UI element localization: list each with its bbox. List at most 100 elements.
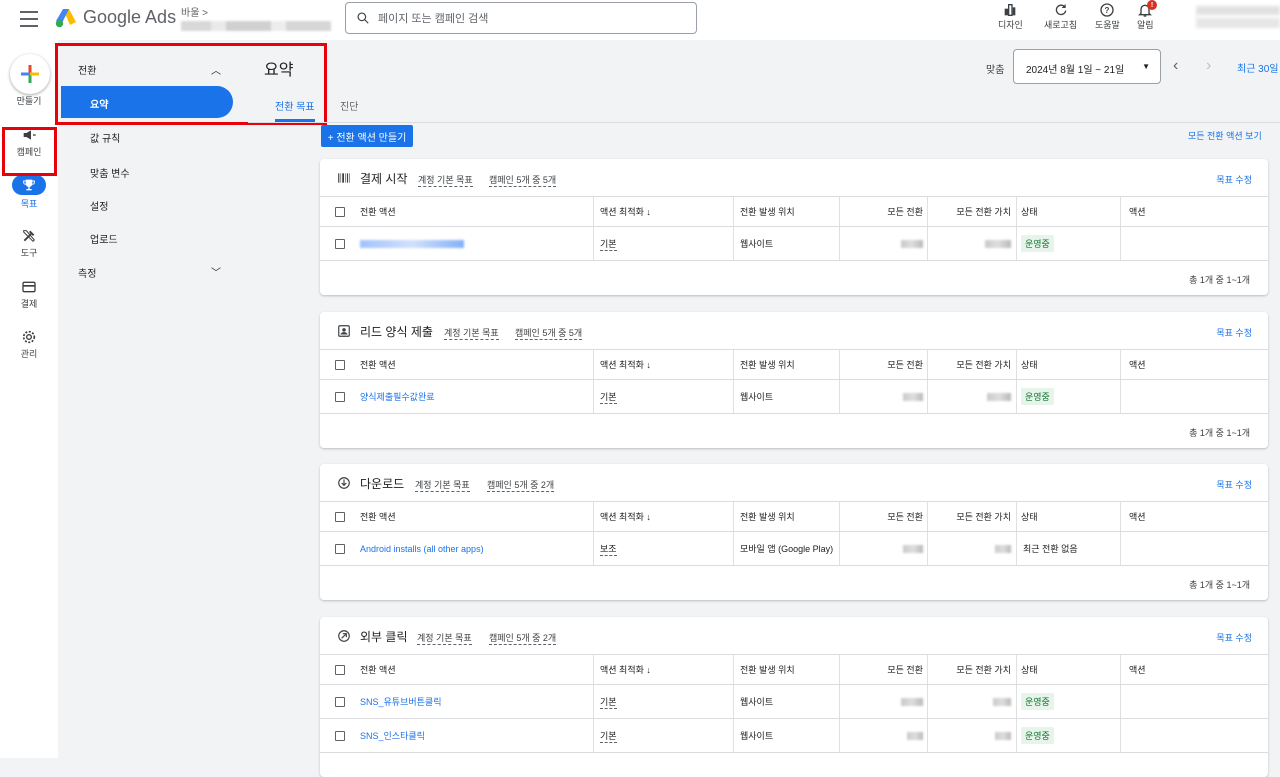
create-label-item[interactable]: 만들기 [0, 94, 58, 107]
col-action-optimization[interactable]: 액션 최적화 ↓ [593, 502, 651, 531]
nav-tools[interactable]: 도구 [0, 228, 58, 259]
action-optimization-value[interactable]: 기본 [593, 719, 617, 752]
notifications-button[interactable]: ! 알림 [1137, 0, 1157, 31]
edit-goal-link[interactable]: 목표 수정 [1216, 631, 1252, 644]
col-status[interactable]: 상태 [1016, 655, 1038, 684]
actions-cell [1120, 532, 1121, 565]
conversion-action-link[interactable]: SNS_인스타클릭 [360, 719, 425, 752]
col-source[interactable]: 전환 발생 위치 [733, 350, 795, 379]
conversion-action-link[interactable]: SNS_유튜브버튼클릭 [360, 685, 441, 718]
card-campaign-count[interactable]: 캠페인 5개 중 2개 [489, 631, 557, 645]
col-conversion-action[interactable]: 전환 액션 [360, 350, 396, 379]
chevron-down-icon[interactable]: ﹀ [211, 264, 221, 279]
col-status[interactable]: 상태 [1016, 502, 1038, 531]
nav-goals[interactable]: 목표 [0, 175, 58, 210]
col-conversion-action[interactable]: 전환 액션 [360, 197, 396, 226]
subnav-section-measure[interactable]: 측정 [78, 265, 96, 280]
action-optimization-value[interactable]: 기본 [593, 685, 617, 718]
action-optimization-value[interactable]: 기본 [593, 227, 617, 260]
table-header-row: 전환 액션 액션 최적화 ↓ 전환 발생 위치 모든 전환 모든 전환 가치 상… [320, 502, 1268, 532]
card-campaign-count[interactable]: 캠페인 5개 중 5개 [515, 326, 583, 340]
notification-badge: ! [1147, 0, 1157, 10]
tab-conversion-goals[interactable]: 전환 목표 [275, 98, 315, 122]
col-all-conv-value[interactable]: 모든 전환 가치 [927, 655, 1011, 684]
dropdown-caret-icon: ▼ [1142, 62, 1150, 71]
recent-30-days-link[interactable]: 최근 30일 [1237, 60, 1279, 75]
col-source[interactable]: 전환 발생 위치 [733, 655, 795, 684]
nav-tools-label: 도구 [20, 248, 38, 258]
select-all-checkbox[interactable] [335, 359, 345, 370]
col-action-optimization[interactable]: 액션 최적화 ↓ [593, 197, 651, 226]
design-button[interactable]: 디자인 [998, 2, 1023, 31]
col-all-conv[interactable]: 모든 전환 [839, 655, 923, 684]
account-info-redacted[interactable] [1196, 6, 1280, 28]
col-all-conv-value[interactable]: 모든 전환 가치 [927, 350, 1011, 379]
chevron-right-icon[interactable]: › [1206, 57, 1211, 75]
subnav-item-uploads[interactable]: 업로드 [90, 231, 118, 246]
col-source[interactable]: 전환 발생 위치 [733, 197, 795, 226]
col-conversion-action[interactable]: 전환 액션 [360, 502, 396, 531]
tab-diagnostics[interactable]: 진단 [340, 98, 358, 113]
row-checkbox[interactable] [335, 391, 345, 402]
nav-admin[interactable]: 관리 [0, 329, 58, 360]
conversion-action-name-redacted[interactable] [360, 227, 464, 260]
select-all-checkbox[interactable] [335, 511, 345, 522]
col-all-conv[interactable]: 모든 전환 [839, 502, 923, 531]
card-campaign-count[interactable]: 캠페인 5개 중 2개 [487, 478, 555, 492]
col-source[interactable]: 전환 발생 위치 [733, 502, 795, 531]
col-all-conv-value[interactable]: 모든 전환 가치 [927, 502, 1011, 531]
col-all-conv[interactable]: 모든 전환 [839, 197, 923, 226]
card-goal-type[interactable]: 계정 기본 목표 [418, 173, 473, 187]
col-status[interactable]: 상태 [1016, 350, 1038, 379]
all-conv-redacted [839, 685, 923, 718]
outbound-link-icon [338, 630, 350, 642]
conversion-action-link[interactable]: 양식제출필수값완료 [360, 380, 435, 413]
col-conversion-action[interactable]: 전환 액션 [360, 655, 396, 684]
google-ads-logo[interactable]: Google Ads [55, 7, 176, 28]
create-button[interactable] [10, 54, 50, 94]
view-all-conversion-actions-link[interactable]: 모든 전환 액션 보기 [1188, 129, 1262, 142]
card-goal-type[interactable]: 계정 기본 목표 [444, 326, 499, 340]
download-icon [338, 477, 350, 489]
subnav-item-custom-variables[interactable]: 맞춤 변수 [90, 165, 130, 180]
edit-goal-link[interactable]: 목표 수정 [1216, 478, 1252, 491]
col-actions[interactable]: 액션 [1120, 197, 1146, 226]
row-checkbox[interactable] [335, 696, 345, 707]
card-campaign-count[interactable]: 캠페인 5개 중 5개 [489, 173, 557, 187]
help-button[interactable]: ? 도움말 [1095, 2, 1120, 31]
col-action-optimization[interactable]: 액션 최적화 ↓ [593, 350, 651, 379]
col-all-conv-value[interactable]: 모든 전환 가치 [927, 197, 1011, 226]
col-actions[interactable]: 액션 [1120, 655, 1146, 684]
action-optimization-value[interactable]: 기본 [593, 380, 617, 413]
col-status[interactable]: 상태 [1016, 197, 1038, 226]
all-conv-value-redacted [927, 685, 1011, 718]
col-actions[interactable]: 액션 [1120, 502, 1146, 531]
edit-goal-link[interactable]: 목표 수정 [1216, 326, 1252, 339]
goal-card-lead-form: 리드 양식 제출 계정 기본 목표 캠페인 5개 중 5개 목표 수정 전환 액… [320, 312, 1268, 448]
card-goal-type[interactable]: 계정 기본 목표 [415, 478, 470, 492]
create-conversion-action-button[interactable]: + 전환 액션 만들기 [321, 125, 413, 147]
refresh-button[interactable]: 새로고침 [1044, 2, 1077, 31]
col-all-conv[interactable]: 모든 전환 [839, 350, 923, 379]
conversion-action-link[interactable]: Android installs (all other apps) [360, 532, 484, 565]
subnav-item-settings[interactable]: 설정 [90, 198, 108, 213]
select-all-checkbox[interactable] [335, 664, 345, 675]
col-actions[interactable]: 액션 [1120, 350, 1146, 379]
select-all-checkbox[interactable] [335, 206, 345, 217]
breadcrumb[interactable]: 바울 > [181, 4, 331, 31]
search-input[interactable]: 페이지 또는 캠페인 검색 [345, 2, 697, 34]
row-checkbox[interactable] [335, 730, 345, 741]
chevron-left-icon[interactable]: ‹ [1173, 57, 1178, 75]
date-range-picker[interactable]: 2024년 8월 1일 ~ 21일 ▼ [1013, 49, 1161, 84]
action-optimization-value[interactable]: 보조 [593, 532, 617, 565]
edit-goal-link[interactable]: 목표 수정 [1216, 173, 1252, 186]
row-checkbox[interactable] [335, 238, 345, 249]
card-title: 결제 시작 [360, 172, 408, 186]
nav-billing[interactable]: 결제 [0, 279, 58, 310]
col-action-optimization[interactable]: 액션 최적화 ↓ [593, 655, 651, 684]
row-checkbox[interactable] [335, 543, 345, 554]
search-icon [357, 12, 369, 24]
card-goal-type[interactable]: 계정 기본 목표 [417, 631, 472, 645]
subnav-item-value-rules[interactable]: 값 규칙 [90, 130, 120, 145]
menu-icon[interactable] [20, 11, 38, 27]
